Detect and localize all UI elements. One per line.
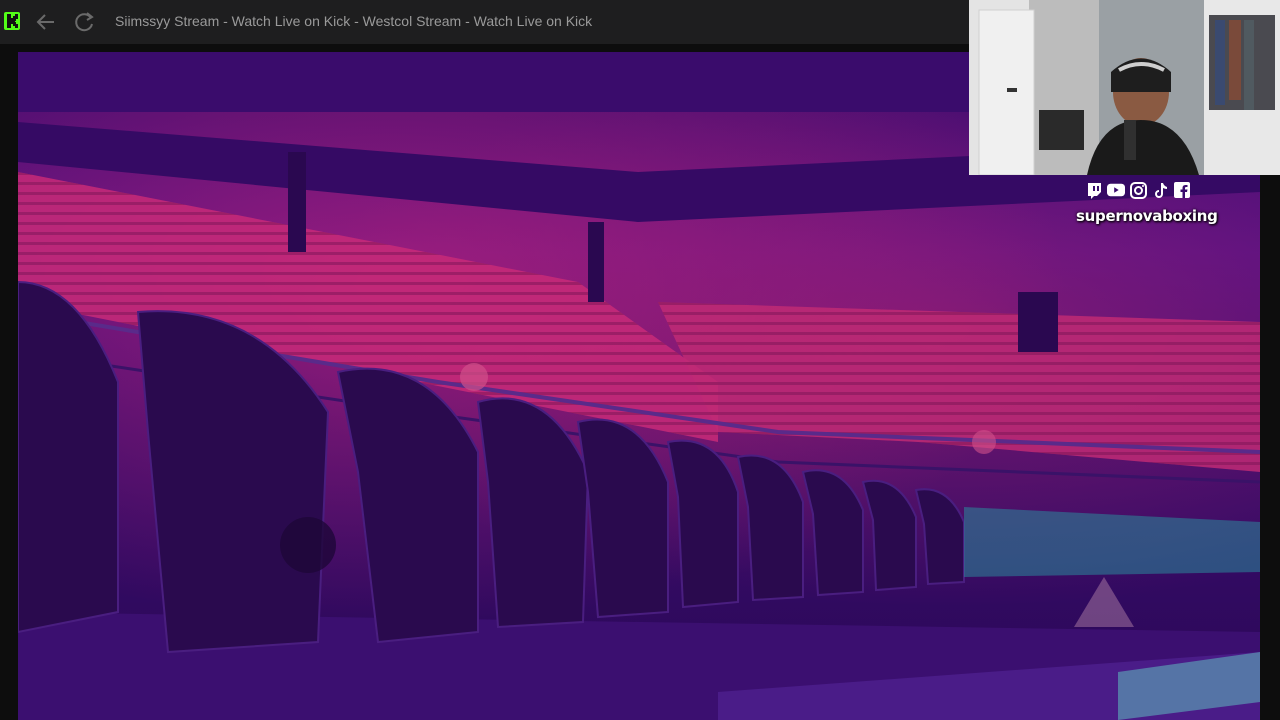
kick-logo-icon <box>4 12 20 30</box>
tiktok-icon <box>1151 181 1169 199</box>
refresh-icon[interactable] <box>73 10 97 34</box>
webcam-overlay <box>969 0 1280 175</box>
facebook-icon <box>1173 181 1191 199</box>
channel-handle: supernovaboxing <box>1076 207 1218 225</box>
twitch-icon <box>1085 181 1103 199</box>
youtube-icon <box>1107 181 1125 199</box>
instagram-icon <box>1129 181 1147 199</box>
window-title: Siimssyy Stream - Watch Live on Kick - W… <box>115 13 593 29</box>
arrow-left-icon[interactable] <box>34 11 58 33</box>
social-icons <box>1085 181 1191 199</box>
